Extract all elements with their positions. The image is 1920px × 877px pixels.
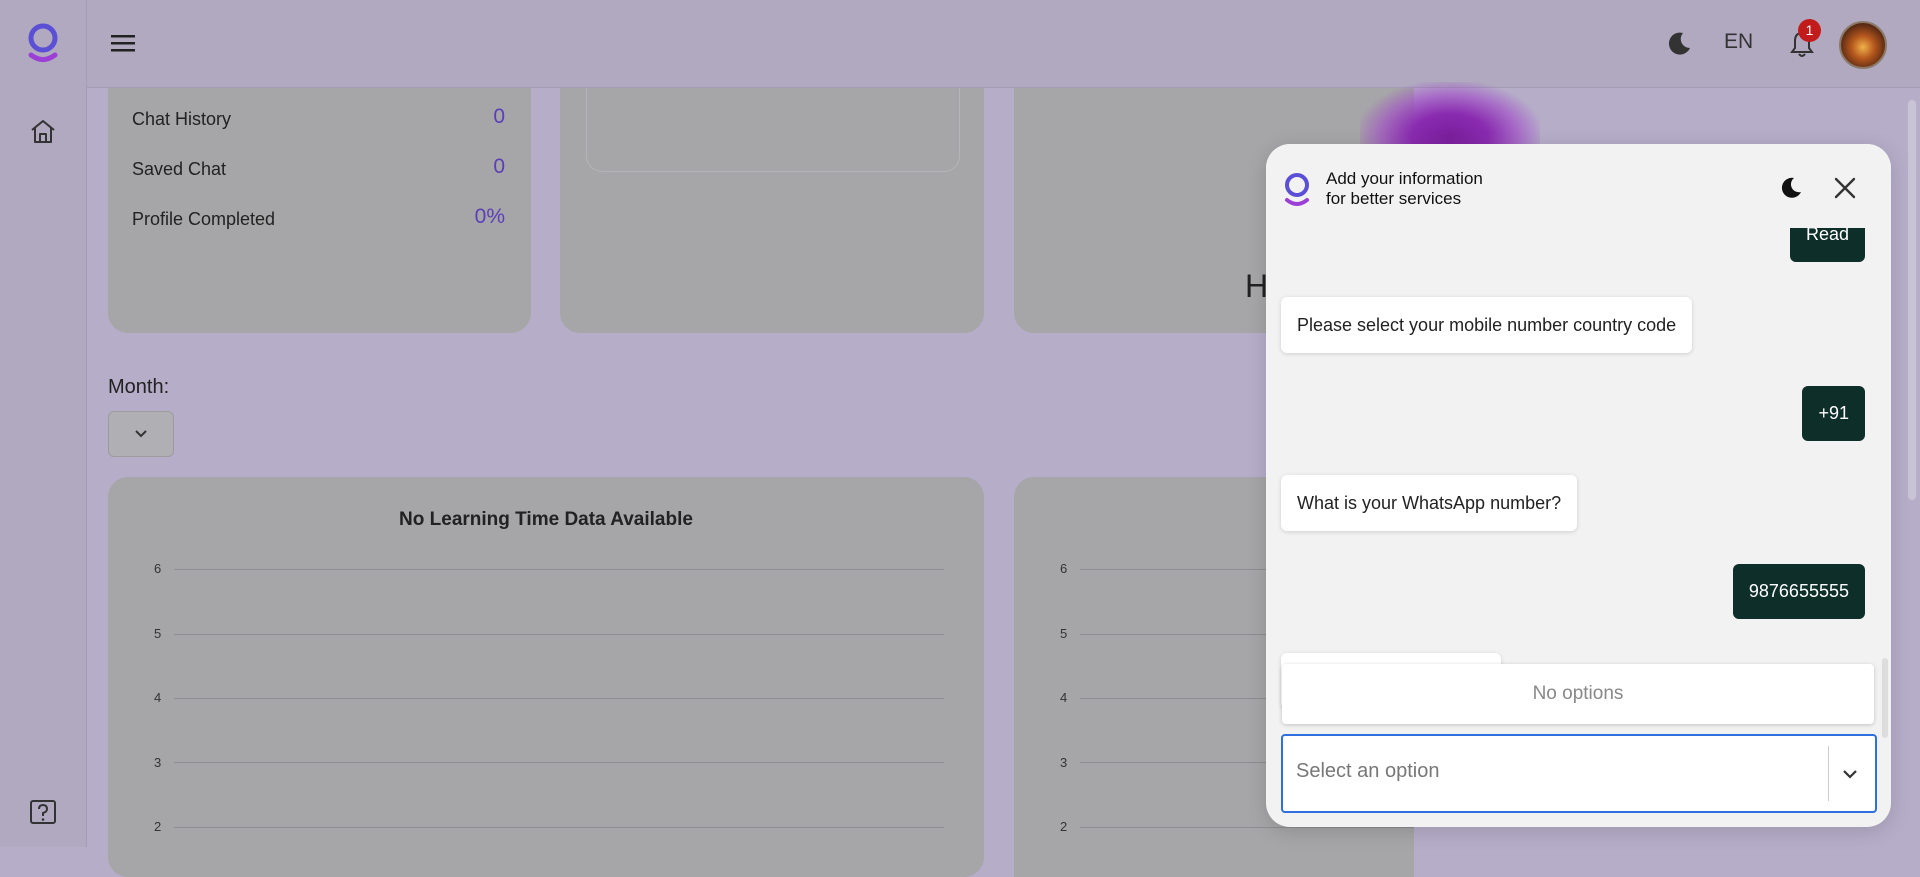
dropdown-menu-empty: No options bbox=[1282, 664, 1874, 724]
app-logo[interactable] bbox=[26, 22, 60, 66]
learning-time-chart-card: No Learning Time Data Available 6 5 4 3 … bbox=[108, 477, 984, 877]
chatbot-panel: Add your information for better services… bbox=[1266, 144, 1891, 827]
stat-label: Profile Completed bbox=[132, 209, 276, 229]
y-tick: 4 bbox=[1060, 690, 1068, 705]
stat-value: 0 bbox=[493, 105, 505, 128]
y-tick: 5 bbox=[1060, 626, 1068, 641]
chat-title: Add your information for better services bbox=[1326, 169, 1483, 209]
notification-badge: 1 bbox=[1798, 19, 1821, 42]
gridline bbox=[174, 762, 944, 763]
page-scrollbar[interactable] bbox=[1908, 100, 1916, 500]
chevron-down-icon[interactable] bbox=[1838, 762, 1862, 786]
user-avatar[interactable] bbox=[1839, 21, 1887, 69]
sidebar bbox=[0, 0, 87, 847]
stat-label: Chat History bbox=[132, 109, 232, 129]
y-tick: 2 bbox=[154, 819, 162, 834]
y-tick: 4 bbox=[154, 690, 162, 705]
user-message: 9876655555 bbox=[1732, 564, 1865, 619]
stat-chat-history: Chat History 0 bbox=[132, 105, 505, 130]
chat-title-line1: Add your information bbox=[1326, 169, 1483, 188]
chevron-down-icon bbox=[135, 430, 147, 438]
stat-value: 0% bbox=[474, 205, 505, 228]
gridline bbox=[174, 634, 944, 635]
chat-logo-icon bbox=[1285, 173, 1309, 206]
chart-title: No Learning Time Data Available bbox=[399, 509, 693, 530]
stat-profile-completed: Profile Completed 0% bbox=[132, 205, 505, 230]
inner-panel bbox=[586, 88, 960, 172]
middle-card bbox=[560, 88, 984, 333]
y-tick: 3 bbox=[1060, 755, 1068, 770]
month-dropdown[interactable] bbox=[108, 411, 174, 457]
help-icon[interactable] bbox=[28, 798, 58, 828]
gridline bbox=[174, 698, 944, 699]
close-icon[interactable] bbox=[1832, 175, 1858, 201]
bot-message: What is your WhatsApp number? bbox=[1281, 475, 1578, 531]
stat-value: 0 bbox=[493, 155, 505, 178]
gridline bbox=[174, 569, 944, 570]
y-tick: 6 bbox=[154, 561, 162, 576]
stats-card: Chat History 0 Saved Chat 0 Profile Comp… bbox=[108, 88, 531, 333]
card-text: H bbox=[1245, 268, 1269, 304]
home-icon[interactable] bbox=[28, 116, 58, 146]
y-tick: 3 bbox=[154, 755, 162, 770]
select-placeholder: Select an option bbox=[1296, 760, 1440, 782]
chat-scrollbar[interactable] bbox=[1882, 658, 1888, 738]
stat-saved-chat: Saved Chat 0 bbox=[132, 155, 505, 180]
dark-mode-icon[interactable] bbox=[1778, 175, 1804, 201]
select-divider bbox=[1828, 746, 1829, 801]
option-select[interactable]: Select an option bbox=[1281, 734, 1877, 813]
y-tick: 6 bbox=[1060, 561, 1068, 576]
gridline bbox=[1080, 827, 1414, 828]
menu-icon[interactable] bbox=[109, 30, 137, 56]
user-message: +91 bbox=[1802, 386, 1865, 441]
y-tick: 5 bbox=[154, 626, 162, 641]
y-tick: 2 bbox=[1060, 819, 1068, 834]
chat-title-line2: for better services bbox=[1326, 189, 1462, 208]
chat-header: Add your information for better services bbox=[1266, 144, 1891, 228]
language-selector[interactable]: EN bbox=[1724, 30, 1753, 54]
month-label: Month: bbox=[108, 376, 170, 398]
bot-message: Please select your mobile number country… bbox=[1281, 297, 1693, 353]
top-bar: EN 1 bbox=[87, 0, 1920, 88]
stat-label: Saved Chat bbox=[132, 159, 227, 179]
dark-mode-icon[interactable] bbox=[1664, 29, 1694, 59]
gridline bbox=[174, 827, 944, 828]
